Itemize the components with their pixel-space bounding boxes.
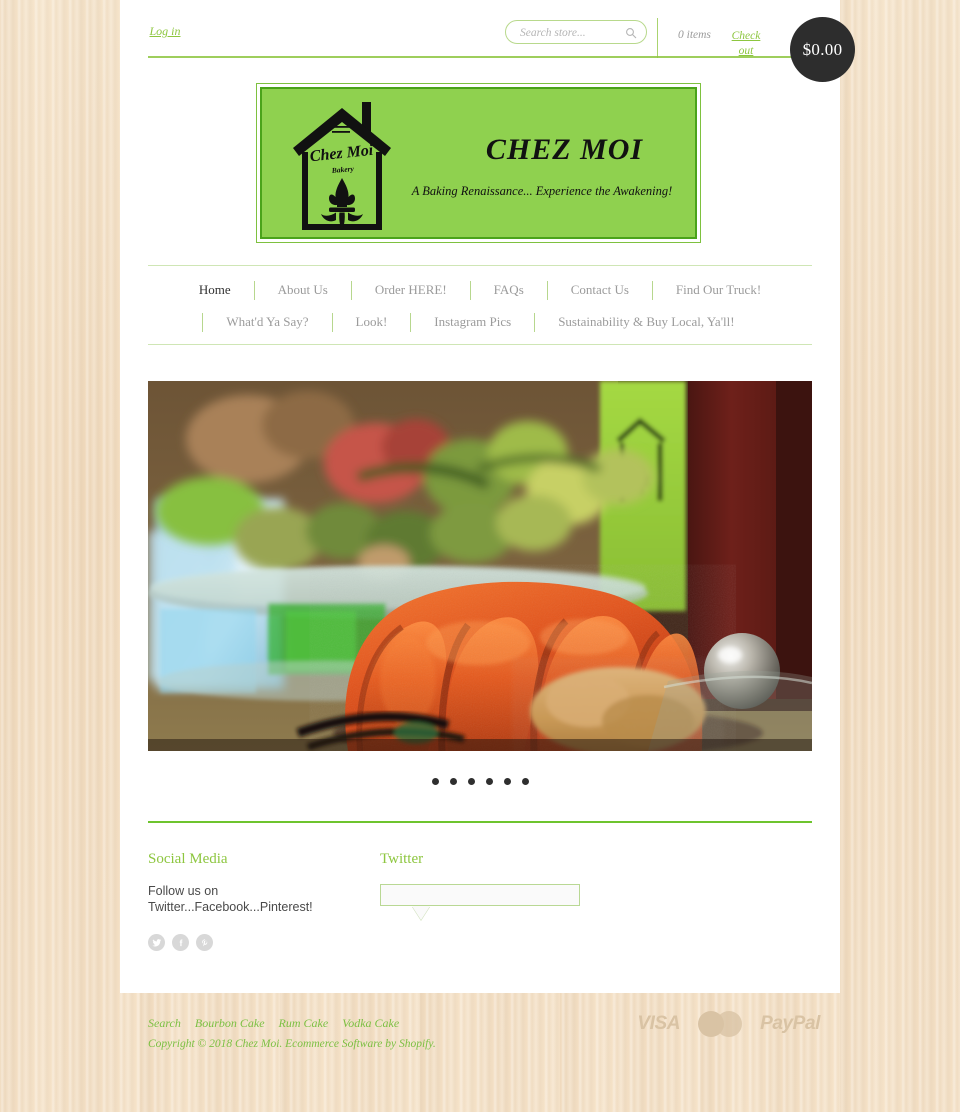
top-bar: Log in 0 items Check out [120, 0, 840, 58]
twitter-icon[interactable] [148, 934, 165, 951]
nav-item-instagram-pics[interactable]: Instagram Pics [411, 314, 534, 330]
svg-text:Bakery: Bakery [330, 164, 354, 175]
social-media-text: Follow us on Twitter...Facebook...Pinter… [148, 884, 313, 914]
slide-dot[interactable] [485, 777, 493, 785]
cart-total-bubble[interactable]: $0.00 [790, 17, 855, 82]
content-card: Log in 0 items Check out [120, 0, 840, 993]
search-box[interactable] [505, 20, 647, 45]
topbar-divider [148, 56, 812, 58]
primary-nav-row-2: What'd Ya Say? Look! Instagram Pics Sust… [148, 310, 812, 334]
mastercard-icon [698, 1011, 743, 1037]
footer-link-list: Search Bourbon Cake Rum Cake Vodka Cake [148, 1016, 399, 1031]
shopify-link[interactable]: Shopify [399, 1038, 433, 1050]
facebook-icon[interactable] [172, 934, 189, 951]
search-input[interactable] [518, 21, 627, 45]
logo-tagline: A Baking Renaissance... Experience the A… [411, 184, 673, 198]
page-root: Log in 0 items Check out [0, 0, 960, 1112]
nav-item-find-our-truck[interactable]: Find Our Truck! [653, 282, 784, 298]
nav-item-sustainability[interactable]: Sustainability & Buy Local, Ya'll! [535, 314, 757, 330]
search-icon[interactable] [625, 26, 637, 39]
paypal-icon: PayPal [760, 1013, 820, 1034]
cart-item-count: 0 items [678, 29, 711, 41]
footer-link-vodka-cake[interactable]: Vodka Cake [342, 1016, 399, 1031]
pinterest-icon[interactable] [196, 934, 213, 951]
slide-dot[interactable] [521, 777, 529, 785]
footer-link-bourbon-cake[interactable]: Bourbon Cake [195, 1016, 265, 1031]
nav-divider-bottom [148, 344, 812, 345]
login-link[interactable]: Log in [147, 24, 183, 39]
nav-item-about-us[interactable]: About Us [255, 282, 351, 298]
hero-slide-image[interactable] [148, 381, 812, 751]
nav-item-home[interactable]: Home [176, 282, 254, 298]
footer-link-search[interactable]: Search [148, 1016, 181, 1031]
nav-item-whatd-ya-say[interactable]: What'd Ya Say? [203, 314, 331, 330]
slide-dot[interactable] [449, 777, 457, 785]
copyright-suffix: . [432, 1038, 436, 1050]
nav-divider-top [148, 265, 812, 266]
svg-text:Chez Moi: Chez Moi [309, 142, 375, 166]
topbar-vertical-divider [657, 18, 658, 58]
slide-dot[interactable] [503, 777, 511, 785]
nav-item-look[interactable]: Look! [333, 314, 411, 330]
payment-method-list: VISA PayPal [637, 1011, 820, 1037]
nav-item-faqs[interactable]: FAQs [471, 282, 547, 298]
twitter-heading: Twitter [380, 851, 424, 867]
copyright-prefix: Copyright © 2018 Chez Moi. Ecommerce Sof… [148, 1038, 399, 1050]
social-icon-list [148, 934, 213, 951]
twitter-bubble-tail [412, 906, 430, 920]
house-logo-icon: Chez Moi Bakery [288, 96, 396, 236]
footer-link-rum-cake[interactable]: Rum Cake [279, 1016, 329, 1031]
slide-dot[interactable] [431, 777, 439, 785]
twitter-feed-bubble [380, 884, 580, 906]
nav-item-order-here[interactable]: Order HERE! [352, 282, 470, 298]
checkout-link[interactable]: Check out [725, 29, 767, 59]
social-media-heading: Social Media [148, 851, 228, 867]
slideshow-pager[interactable] [148, 771, 812, 791]
site-logo[interactable]: Chez Moi Bakery CHEZ MOI A Baking Renais… [260, 87, 697, 239]
logo-title: CHEZ MOI [485, 133, 644, 166]
slide-dot[interactable] [467, 777, 475, 785]
footer-divider [148, 821, 812, 823]
primary-nav-row-1: Home About Us Order HERE! FAQs Contact U… [148, 278, 812, 302]
copyright-text: Copyright © 2018 Chez Moi. Ecommerce Sof… [148, 1038, 436, 1050]
visa-icon: VISA [637, 1013, 681, 1034]
nav-item-contact-us[interactable]: Contact Us [548, 282, 652, 298]
